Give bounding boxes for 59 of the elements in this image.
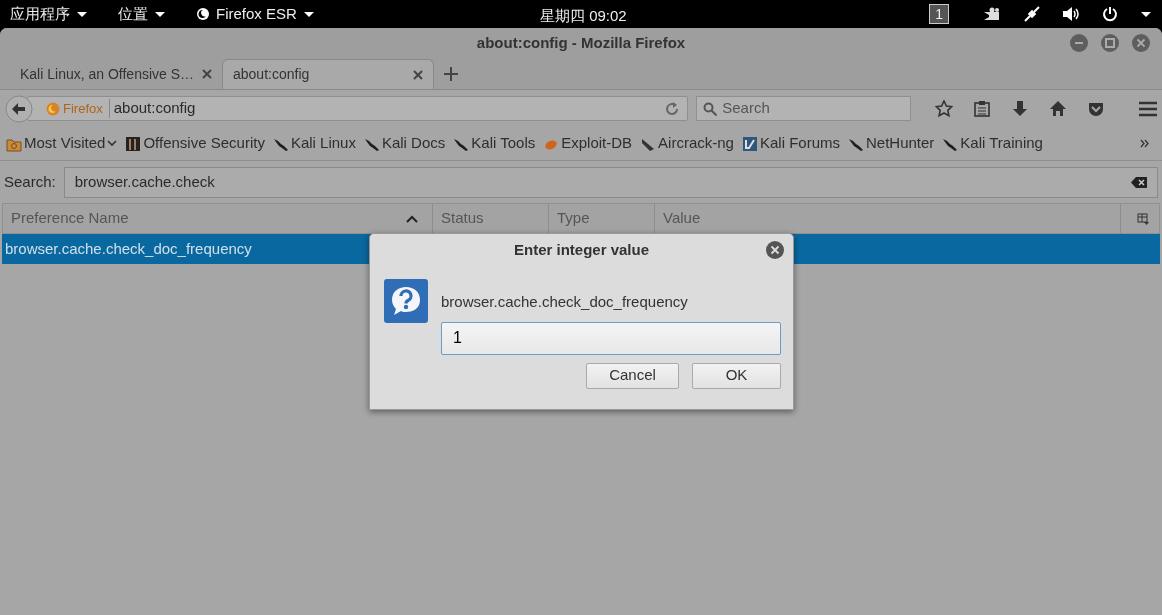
app-icon [196,7,210,21]
workspace-indicator[interactable]: 1 [929,4,949,24]
bookmark-item[interactable]: Kali Linux [272,132,356,155]
caret-icon [302,10,315,18]
search-icon [703,101,718,116]
question-icon [384,279,428,323]
caret-icon [154,10,166,18]
dialog-button[interactable]: Cancel [586,362,679,389]
maximize-icon[interactable] [1101,34,1119,52]
value-input[interactable]: 1 [441,321,781,355]
close-icon[interactable] [202,69,212,79]
caret-icon[interactable] [1140,10,1152,18]
volume-icon[interactable] [1062,6,1080,22]
back-icon[interactable] [5,94,33,123]
power-icon[interactable] [1102,6,1118,22]
column-picker-icon[interactable] [1137,212,1149,225]
url-bar[interactable]: Firefox about:config [27,96,689,121]
minimize-icon[interactable] [1070,34,1088,52]
clock: 星期四 09:02 [540,6,627,26]
new-tab-icon[interactable] [444,67,458,81]
close-icon[interactable] [1132,34,1150,52]
close-icon[interactable] [766,241,784,259]
bookmark-item[interactable]: Offensive Security [125,132,265,155]
bookmark-item[interactable]: Kali Tools [453,132,536,155]
overflow-chevron-icon[interactable] [1140,139,1150,148]
firefox-icon [46,101,60,116]
chevron-down-icon [107,140,118,147]
menu-label[interactable]: 位置 [118,2,148,26]
reading-list-icon[interactable] [973,99,991,118]
tab[interactable]: Kali Linux, an Offensive S… [10,59,222,89]
menu-label[interactable]: 应用程序 [10,2,70,26]
window-title: about:config - Mozilla Firefox [476,32,686,53]
close-icon[interactable] [413,69,423,80]
bookmark-item[interactable]: Kali Forums [741,132,840,155]
forum-logo-icon [741,135,758,152]
search-label: Search: [4,172,56,193]
filter-field[interactable]: browser.cache.check [63,167,1158,198]
wired-network-icon[interactable] [1024,6,1040,22]
clear-icon[interactable] [1131,177,1147,188]
download-icon[interactable] [1011,99,1029,118]
dialog-message: browser.cache.check_doc_frequency [441,292,689,312]
bookmark-item[interactable]: Most Visited [6,132,118,155]
reload-icon[interactable] [665,101,680,116]
dialog-title: Enter integer value [513,239,649,260]
bookmark-item[interactable]: Kali Docs [363,132,446,155]
logo-icon [125,135,142,152]
bookmark-item[interactable]: Exploit-DB [543,132,633,155]
menu-icon[interactable] [1139,100,1157,117]
camera-icon[interactable] [984,7,1002,21]
tab[interactable]: about:config [222,59,434,89]
menu-label[interactable]: Firefox ESR [216,2,297,26]
bookmark-item[interactable]: Aircrack-ng [640,132,734,155]
bookmark-item[interactable]: Kali Training [942,132,1043,155]
bookmark-star-icon[interactable] [935,99,953,118]
bookmark-item[interactable]: NetHunter [848,132,935,155]
caret-icon [76,10,88,18]
search-field[interactable]: Search [696,96,911,121]
dialog-button[interactable]: OK [692,362,781,389]
home-icon[interactable] [1049,99,1067,118]
